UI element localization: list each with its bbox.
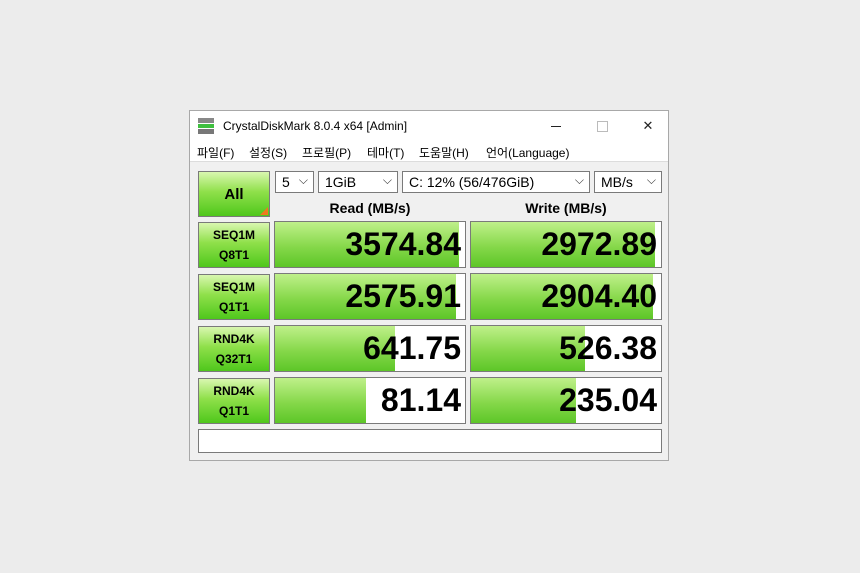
read-bar <box>275 378 367 423</box>
write-header: Write (MB/s) <box>525 200 607 216</box>
menu-settings[interactable]: 설정(S) <box>249 144 287 161</box>
menu-language[interactable]: 언어(Language) <box>486 144 569 161</box>
corner-marker-icon <box>260 207 268 215</box>
read-result: 2575.91 <box>274 273 466 320</box>
test-count-select[interactable]: 5 ⌵ <box>275 171 314 193</box>
write-value: 2904.40 <box>541 278 657 314</box>
write-result: 2972.89 <box>470 221 662 268</box>
menu-theme[interactable]: 테마(T) <box>367 144 404 161</box>
minimize-icon <box>551 125 561 127</box>
test-name: SEQ1M <box>212 280 255 294</box>
read-result: 81.14 <box>274 377 466 424</box>
write-value: 2972.89 <box>541 226 657 262</box>
maximize-icon <box>596 120 608 132</box>
test-size-value: 1GiB <box>325 174 357 190</box>
minimize-button[interactable] <box>533 111 579 141</box>
test-rnd4k-q1t1-button[interactable]: RND4K Q1T1 <box>198 378 270 424</box>
test-rnd4k-q32t1-button[interactable]: RND4K Q32T1 <box>198 326 270 372</box>
test-seq1m-q8t1-button[interactable]: SEQ1M Q8T1 <box>198 222 270 268</box>
test-count-value: 5 <box>282 174 290 190</box>
run-all-button[interactable]: All <box>198 171 270 217</box>
menu-file[interactable]: 파일(F) <box>197 144 234 161</box>
run-all-label: All <box>224 185 244 203</box>
test-params: Q1T1 <box>218 300 249 314</box>
close-icon: ✕ <box>642 118 654 133</box>
write-result: 526.38 <box>470 325 662 372</box>
chevron-down-icon: ⌵ <box>574 173 584 187</box>
unit-value: MB/s <box>601 174 633 190</box>
write-result: 2904.40 <box>470 273 662 320</box>
test-size-select[interactable]: 1GiB ⌵ <box>318 171 398 193</box>
menu-help[interactable]: 도움말(H) <box>419 144 469 161</box>
app-window: CrystalDiskMark 8.0.4 x64 [Admin] ✕ 파일(F… <box>189 110 669 461</box>
unit-select[interactable]: MB/s ⌵ <box>594 171 662 193</box>
test-params: Q32T1 <box>215 352 253 366</box>
read-value: 641.75 <box>363 330 461 366</box>
comment-input[interactable] <box>198 429 662 453</box>
title-bar[interactable]: CrystalDiskMark 8.0.4 x64 [Admin] ✕ <box>190 111 668 141</box>
read-value: 3574.84 <box>345 226 461 262</box>
test-name: RND4K <box>213 332 255 346</box>
read-result: 641.75 <box>274 325 466 372</box>
test-params: Q1T1 <box>218 404 249 418</box>
write-value: 235.04 <box>559 382 657 418</box>
chevron-down-icon: ⌵ <box>298 173 308 187</box>
read-value: 81.14 <box>380 382 461 418</box>
read-header: Read (MB/s) <box>329 200 411 216</box>
menu-profile[interactable]: 프로필(P) <box>302 144 351 161</box>
write-result: 235.04 <box>470 377 662 424</box>
disk-app-icon <box>198 117 214 135</box>
window-title: CrystalDiskMark 8.0.4 x64 [Admin] <box>223 119 408 133</box>
maximize-button[interactable] <box>579 111 625 141</box>
test-params: Q8T1 <box>218 248 249 262</box>
test-name: RND4K <box>213 384 255 398</box>
drive-value: C: 12% (56/476GiB) <box>409 174 535 190</box>
drive-select[interactable]: C: 12% (56/476GiB) ⌵ <box>402 171 590 193</box>
chevron-down-icon: ⌵ <box>646 173 656 187</box>
read-value: 2575.91 <box>345 278 461 314</box>
test-seq1m-q1t1-button[interactable]: SEQ1M Q1T1 <box>198 274 270 320</box>
read-result: 3574.84 <box>274 221 466 268</box>
test-name: SEQ1M <box>212 228 255 242</box>
menu-bar: 파일(F) 설정(S) 프로필(P) 테마(T) 도움말(H) 언어(Langu… <box>190 141 668 162</box>
chevron-down-icon: ⌵ <box>382 173 392 187</box>
close-button[interactable]: ✕ <box>625 111 671 141</box>
write-value: 526.38 <box>559 330 657 366</box>
